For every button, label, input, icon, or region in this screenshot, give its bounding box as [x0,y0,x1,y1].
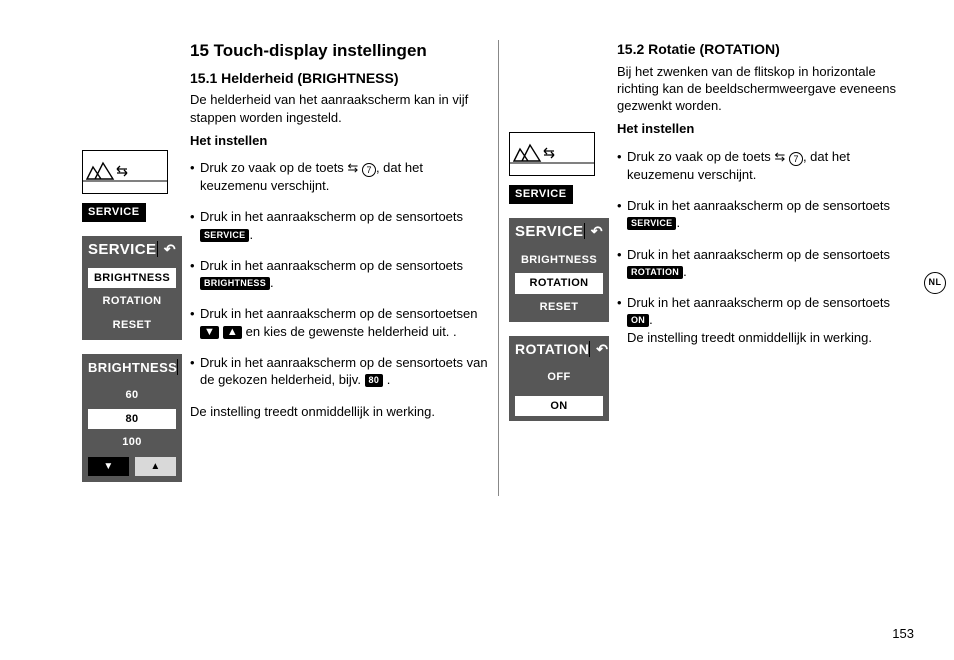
step: Druk in het aanraakscherm op de sensor­t… [617,246,901,281]
brightness-60[interactable]: 60 [88,385,176,406]
down-button[interactable]: ▼ [88,457,129,476]
page-number: 153 [892,625,914,642]
service-badge: SERVICE [82,203,146,222]
panel-title: SERVICE [88,240,156,260]
menu-item-reset[interactable]: RESET [88,315,176,336]
on-chip: ON [627,314,649,327]
ref-7-icon: 7 [789,152,803,166]
left-text: 15 Touch-display instellingen 15.1 Helde… [182,40,498,496]
intro-151: De helderheid van het aanraakscherm kan … [190,91,490,126]
back-icon[interactable]: ↶ [157,240,176,259]
panel-title: SERVICE [515,222,583,242]
section-151-title: 15.1 Helderheid (BRIGHTNESS) [190,69,490,88]
left-sidebar: SERVICE SERVICE ↶ BRIGHTNESS ROTATION RE… [82,40,182,496]
up-chip: ▲ [223,326,242,339]
value-chip: 80 [365,374,384,387]
down-chip: ▼ [200,326,219,339]
service-panel-brightness: SERVICE ↶ BRIGHTNESS ROTATION RESET [82,236,182,341]
up-button[interactable]: ▲ [135,457,176,476]
column-divider [498,40,499,496]
rotation-panel: ROTATION ↶ OFF ON [509,336,609,421]
step: Druk in het aanraakscherm op de sensor­t… [190,257,490,292]
step: Druk in het aanraakscherm op de sensor­t… [617,294,901,346]
chapter-heading: 15 Touch-display instellingen [190,40,490,63]
service-chip: SERVICE [627,217,676,230]
subhead-152: Het instellen [617,120,901,137]
back-icon[interactable]: ↶ [584,222,603,241]
brightness-panel: BRIGHTNESS ↶ 60 80 100 ▼ ▲ [82,354,182,482]
intro-152: Bij het zwenken van de flitskop in horiz… [617,63,901,115]
menu-item-rotation[interactable]: ROTATION [88,291,176,312]
section-152-title: 15.2 Rotatie (ROTATION) [617,40,901,59]
swap-icon: ⇆ [774,149,785,164]
swap-icon: ⇆ [347,160,358,175]
manual-page: SERVICE SERVICE ↶ BRIGHTNESS ROTATION RE… [0,0,954,660]
brightness-100[interactable]: 100 [88,432,176,453]
menu-item-brightness[interactable]: BRIGHTNESS [88,268,176,289]
right-sidebar: SERVICE SERVICE ↶ BRIGHTNESS ROTATION RE… [509,40,609,496]
menu-item-brightness[interactable]: BRIGHTNESS [515,250,603,271]
ref-7-icon: 7 [362,163,376,177]
menu-item-reset[interactable]: RESET [515,297,603,318]
rotation-off[interactable]: OFF [515,367,603,388]
step: Druk in het aanraakscherm op de sensor­t… [617,197,901,232]
outro-151: De instelling treedt onmiddellijk in wer… [190,403,490,420]
brightness-chip: BRIGHTNESS [200,277,270,290]
step: Druk in het aanraakscherm op de sensor­t… [190,354,490,389]
panel-title: ROTATION [515,340,589,359]
language-tab-nl: NL [924,272,946,294]
lcd-thumb [82,150,168,194]
step: Druk in het aanraakscherm op de sensor­t… [190,305,490,340]
back-icon[interactable]: ↶ [589,340,608,359]
rotation-on[interactable]: ON [515,396,603,417]
panel-title: BRIGHTNESS [88,359,177,376]
step: Druk zo vaak op de toets ⇆ 7, dat het ke… [190,159,490,194]
subhead-151: Het instellen [190,132,490,149]
brightness-80[interactable]: 80 [88,409,176,430]
step: Druk in het aanraakscherm op de sensor­t… [190,208,490,243]
step: Druk zo vaak op de toets ⇆ 7, dat het ke… [617,148,901,183]
service-panel-rotation: SERVICE ↶ BRIGHTNESS ROTATION RESET [509,218,609,323]
lcd-thumb [509,132,595,176]
rotation-chip: ROTATION [627,266,683,279]
service-chip: SERVICE [200,229,249,242]
service-badge: SERVICE [509,185,573,204]
right-text: 15.2 Rotatie (ROTATION) Bij het zwenken … [609,40,909,496]
menu-item-rotation[interactable]: ROTATION [515,273,603,294]
